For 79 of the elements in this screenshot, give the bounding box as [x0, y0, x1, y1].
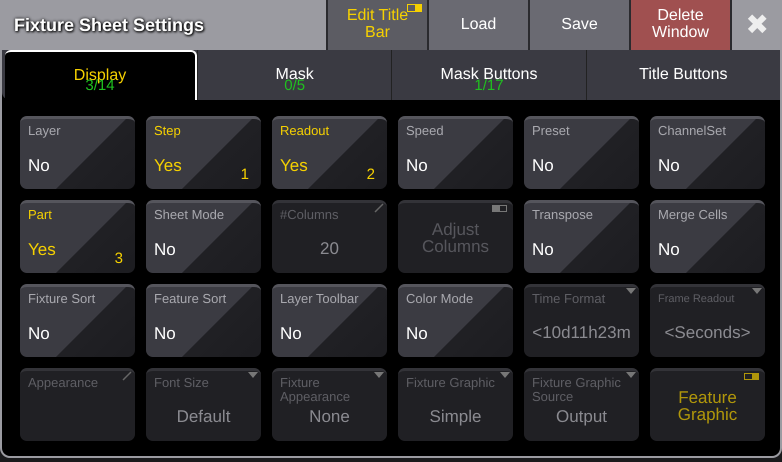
tile-value: Simple [430, 407, 482, 427]
tile-label: Font Size [154, 376, 210, 390]
edit-corner-icon [373, 203, 385, 213]
tile-label: Layer Toolbar [280, 292, 360, 306]
tile-label: #Columns [280, 208, 340, 222]
toggle-tile[interactable]: Step Yes 1 [146, 116, 261, 189]
tile-label: Fixture Graphic Source [532, 376, 622, 404]
order-number: 3 [114, 250, 123, 267]
tile-label: Fixture Graphic [406, 376, 496, 390]
tile-value: No [154, 324, 176, 344]
dropdown-arrow-icon [625, 371, 637, 379]
edit-title-bar-button[interactable]: Edit Title Bar [328, 0, 427, 50]
delete-window-button[interactable]: Delete Window [631, 0, 730, 50]
tile-label: Layer [28, 124, 62, 138]
tile-label: Speed [406, 124, 445, 138]
toggle-tile[interactable]: Layer No [20, 116, 135, 189]
title-button[interactable]: Save [530, 0, 629, 50]
tile-label: Sheet Mode [154, 208, 226, 222]
tile-label: Time Format [532, 292, 606, 306]
toggle-tile[interactable]: Part Yes 3 [20, 200, 135, 273]
toggle-tile[interactable]: Readout Yes 2 [272, 116, 387, 189]
toggle-tile[interactable]: Transpose No [524, 200, 639, 273]
tile-label: Preset [532, 124, 571, 138]
tab[interactable]: Mask Buttons 1/17 [391, 50, 586, 100]
tile-value: No [532, 240, 554, 260]
tile-label: Frame Readout [658, 292, 736, 306]
tile-label: Transpose [532, 208, 594, 222]
dropdown-arrow-icon [751, 287, 763, 295]
edit-corner-icon [121, 371, 133, 381]
tile-value: Yes [280, 156, 308, 176]
tile-value: Output [556, 407, 608, 427]
tile-label: Merge Cells [658, 208, 728, 222]
tab[interactable]: Title Buttons [586, 50, 780, 100]
dropdown-arrow-icon [625, 287, 637, 295]
tile-value: None [309, 407, 350, 427]
tile-label: Appearance [28, 376, 100, 390]
tab[interactable]: Display 3/14 [5, 50, 197, 100]
tile-value: Feature Graphic [676, 389, 738, 423]
tile-label: Readout [280, 124, 330, 138]
tile-value: <Seconds> [664, 323, 750, 343]
tile-value: No [658, 240, 680, 260]
toggle-tile[interactable]: Fixture Sort No [20, 284, 135, 357]
tile-value: Default [176, 407, 230, 427]
dropdown-arrow-icon [373, 371, 385, 379]
toggle-tile[interactable]: ChannelSet No [650, 116, 765, 189]
tile-value: Yes [154, 156, 182, 176]
tile-label: Fixture Sort [28, 292, 96, 306]
toggle-tile[interactable]: Speed No [398, 116, 513, 189]
tile-value: No [406, 156, 428, 176]
order-number: 2 [366, 166, 375, 183]
toggle-tile[interactable]: Sheet Mode No [146, 200, 261, 273]
title-button[interactable]: Load [429, 0, 528, 50]
dropdown-arrow-icon [499, 371, 511, 379]
tile-value: No [532, 156, 554, 176]
tile-label: Feature Sort [154, 292, 228, 306]
tile-value: No [406, 324, 428, 344]
tile-label: Fixture Appearance [280, 376, 352, 404]
tile-value: No [28, 324, 50, 344]
tile-value: Adjust Columns [420, 221, 490, 255]
toggle-tile[interactable]: Feature Sort No [146, 284, 261, 357]
tile-value: No [280, 324, 302, 344]
tile-label: Color Mode [406, 292, 474, 306]
tile-value: Yes [28, 240, 56, 260]
toggle-tile[interactable]: Color Mode No [398, 284, 513, 357]
tile-label: Part [28, 208, 53, 222]
tile-value: No [154, 240, 176, 260]
tile-label: Step [154, 124, 182, 138]
tab[interactable]: Mask 0/5 [197, 50, 392, 100]
tile-value: <10d11h23m [532, 323, 631, 343]
tile-label: ChannelSet [658, 124, 727, 138]
tile-value: No [658, 156, 680, 176]
tile-value: No [28, 156, 50, 176]
tile-value: 20 [320, 239, 339, 259]
toggle-tile[interactable]: Preset No [524, 116, 639, 189]
toggle-tile[interactable]: Layer Toolbar No [272, 284, 387, 357]
toggle-tile[interactable]: Merge Cells No [650, 200, 765, 273]
window-title: Fixture Sheet Settings [0, 0, 326, 50]
dropdown-arrow-icon [247, 371, 259, 379]
order-number: 1 [240, 166, 249, 183]
